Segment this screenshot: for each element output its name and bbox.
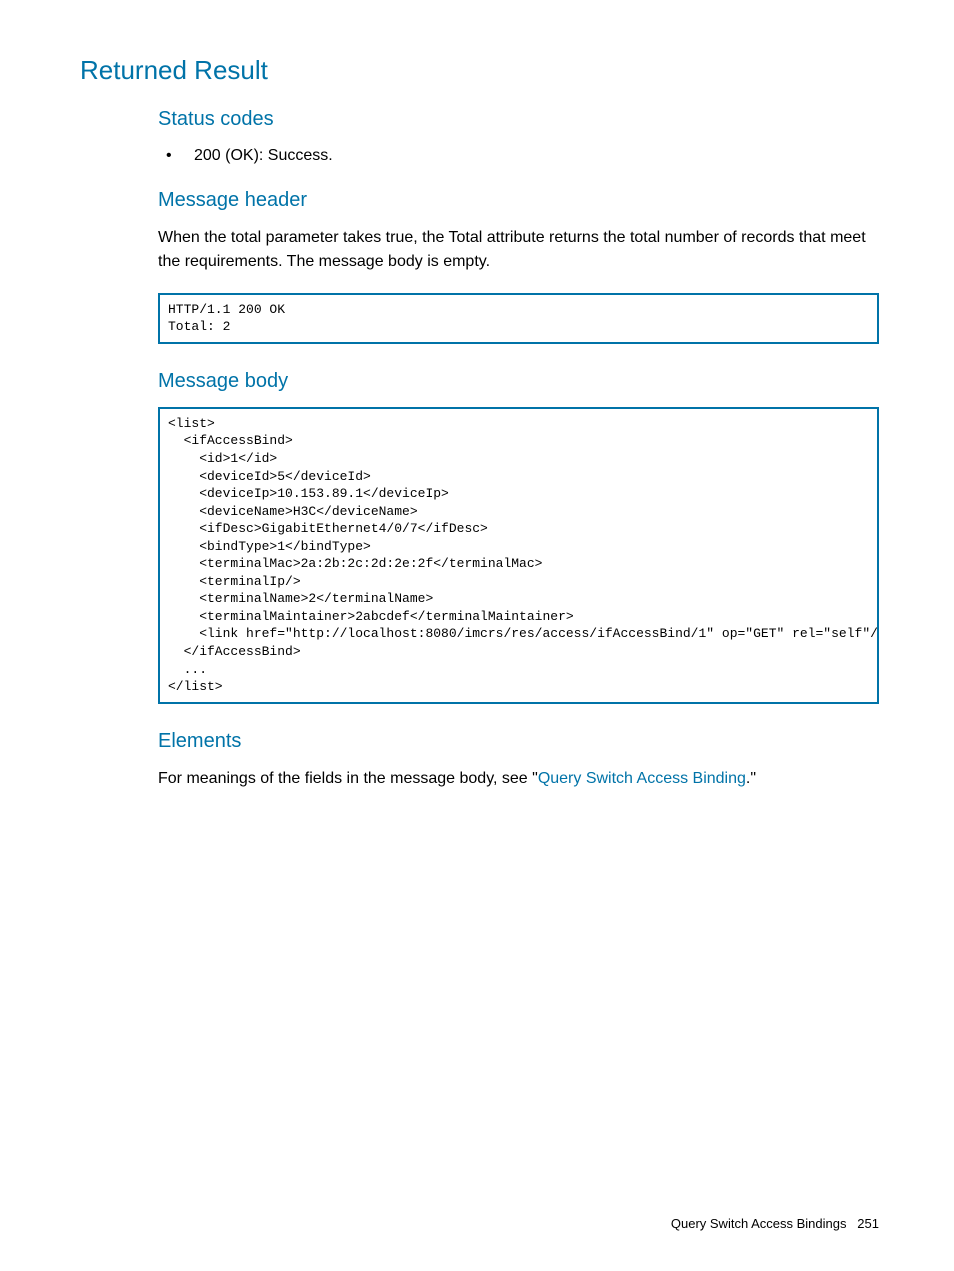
code-message-header: HTTP/1.1 200 OK Total: 2	[158, 293, 879, 344]
heading-returned-result: Returned Result	[80, 55, 879, 86]
page-footer: Query Switch Access Bindings 251	[671, 1216, 879, 1231]
heading-elements: Elements	[158, 730, 879, 753]
footer-title: Query Switch Access Bindings	[671, 1216, 847, 1231]
heading-message-body: Message body	[158, 370, 879, 393]
link-query-switch-access-binding[interactable]: Query Switch Access Binding	[538, 770, 746, 787]
elements-prefix: For meanings of the fields in the messag…	[158, 770, 538, 787]
list-item: 200 (OK): Success.	[158, 145, 879, 167]
message-header-text: When the total parameter takes true, the…	[158, 226, 879, 272]
heading-status-codes: Status codes	[158, 108, 879, 131]
elements-text: For meanings of the fields in the messag…	[158, 767, 879, 790]
heading-message-header: Message header	[158, 189, 879, 212]
code-message-body: <list> <ifAccessBind> <id>1</id> <device…	[158, 407, 879, 704]
status-codes-list: 200 (OK): Success.	[158, 145, 879, 167]
footer-page-number: 251	[857, 1216, 879, 1231]
elements-suffix: ."	[746, 770, 756, 787]
